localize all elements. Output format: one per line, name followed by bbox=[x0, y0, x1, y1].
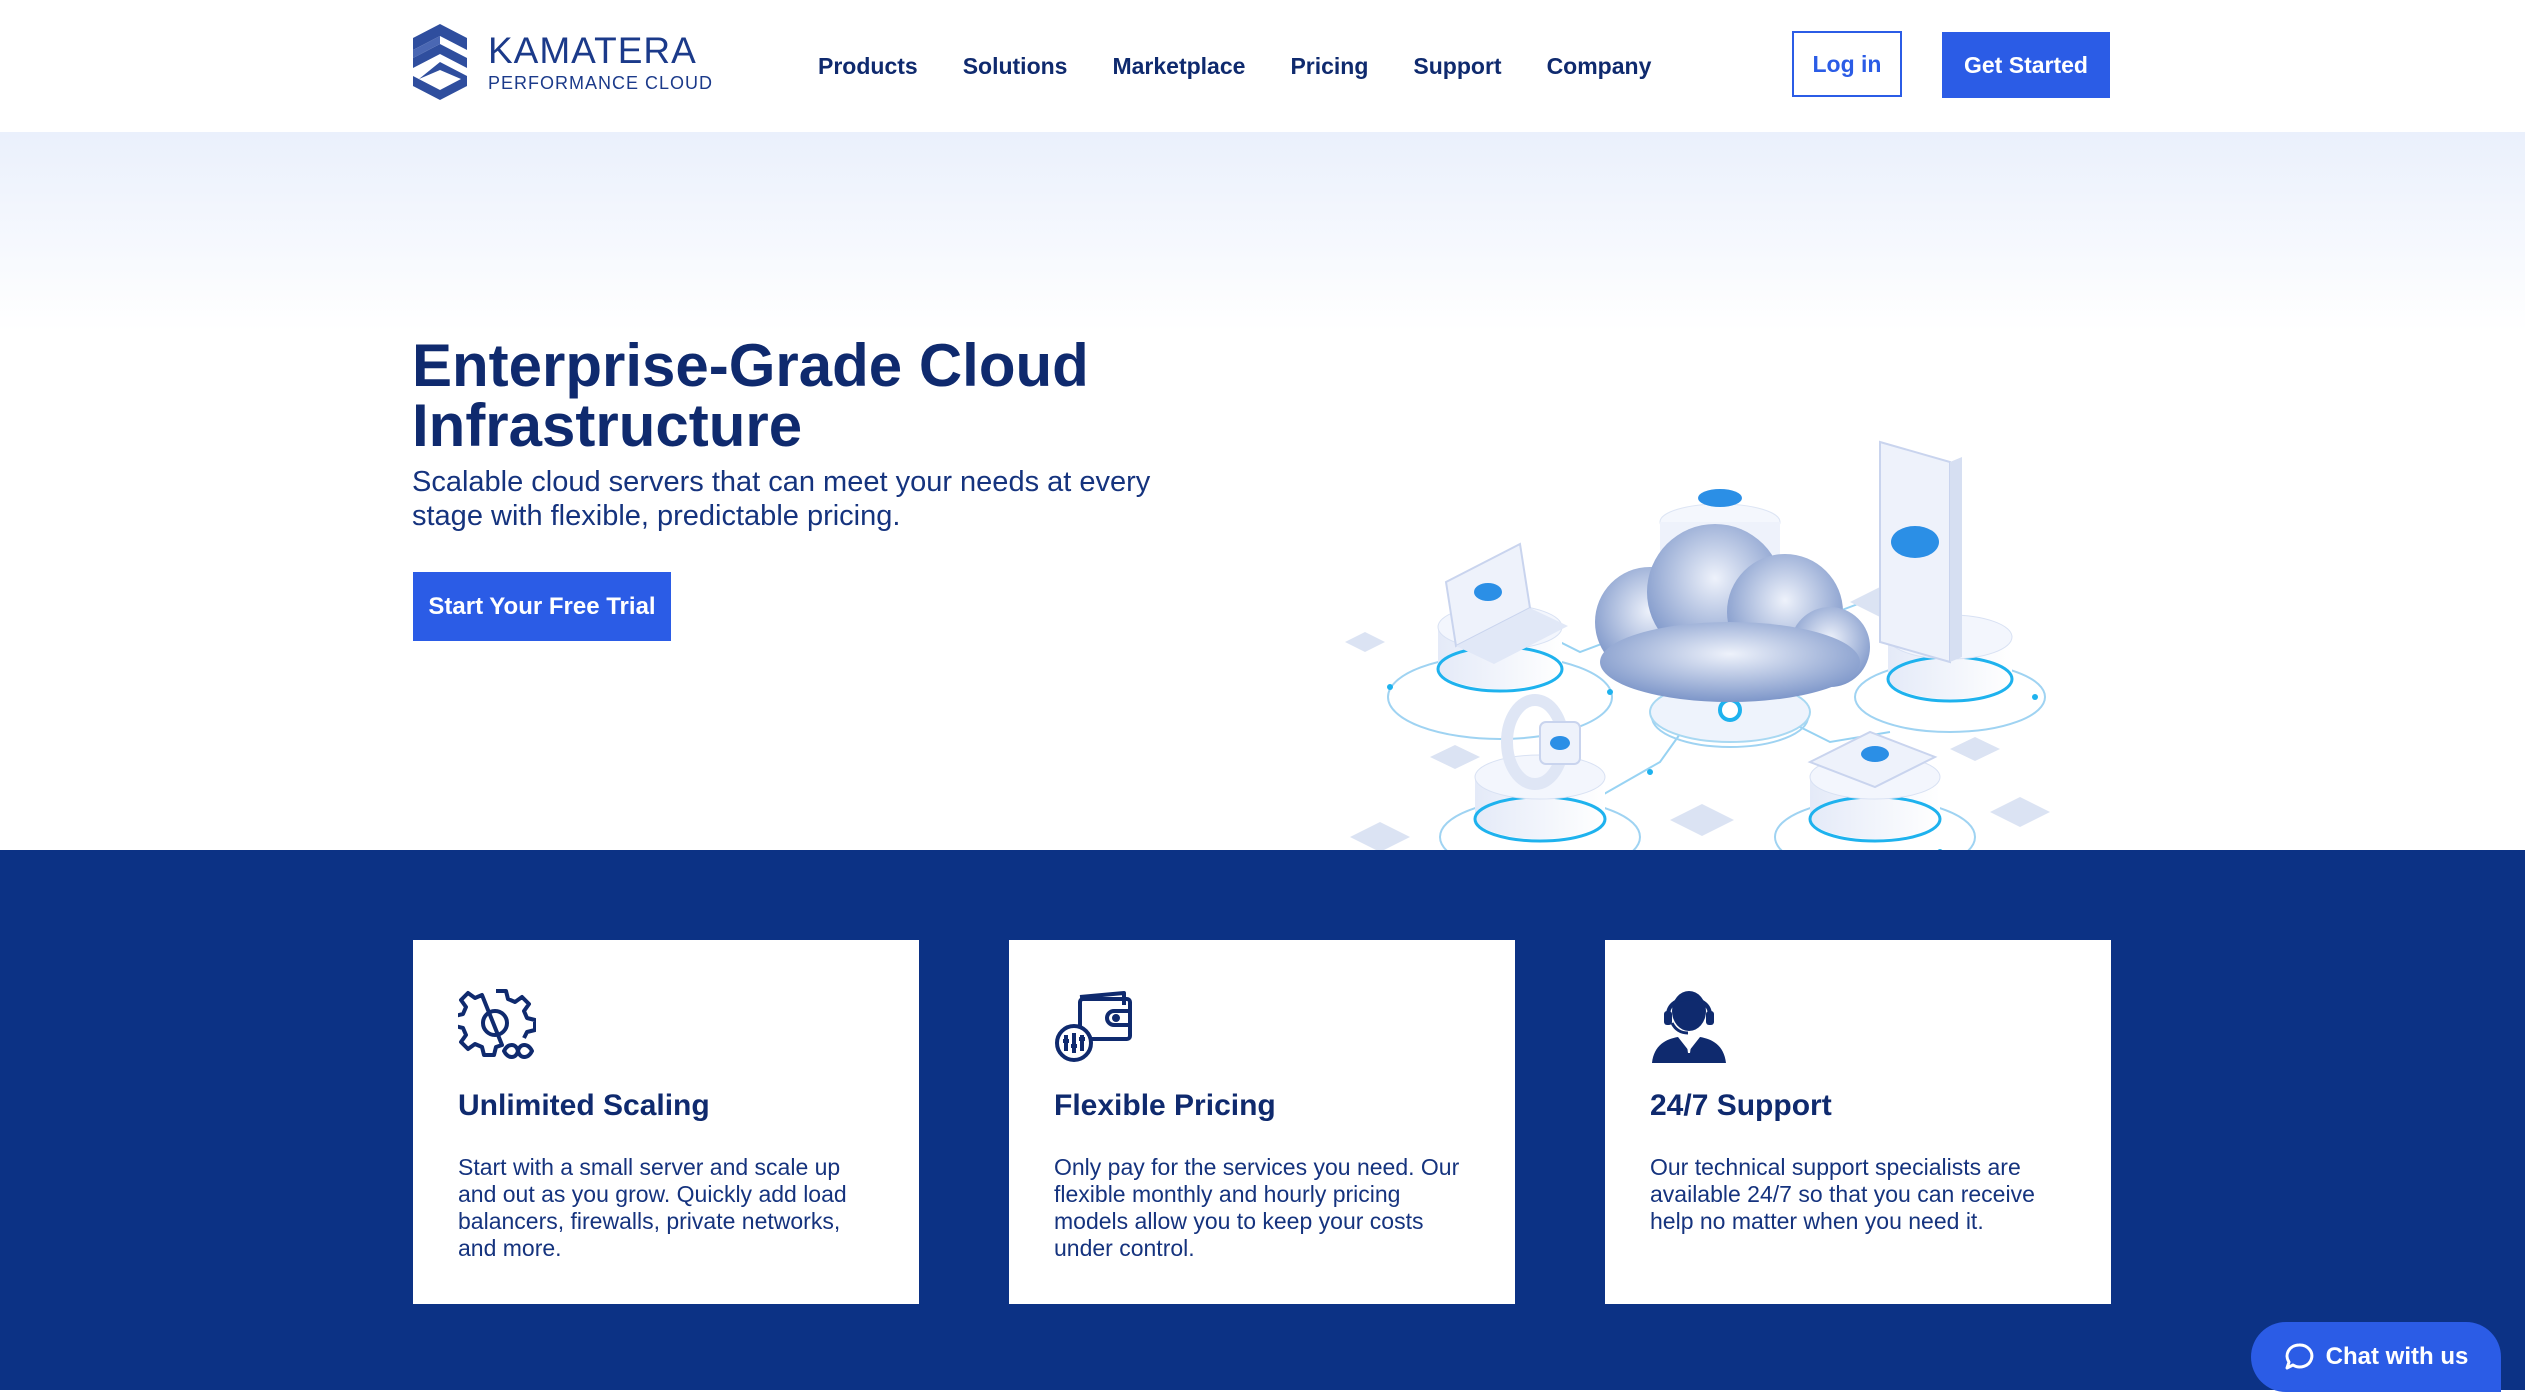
gear-infinity-icon bbox=[453, 989, 537, 1059]
feature-card-pricing: Flexible Pricing Only pay for the servic… bbox=[1009, 940, 1515, 1304]
features-section: Unlimited Scaling Start with a small ser… bbox=[0, 850, 2525, 1390]
nav-company[interactable]: Company bbox=[1547, 50, 1652, 82]
hero-section: Enterprise-Grade Cloud Infrastructure Sc… bbox=[0, 132, 2525, 878]
chat-bubble-icon bbox=[2285, 1343, 2313, 1370]
feature-card-support: 24/7 Support Our technical support speci… bbox=[1605, 940, 2111, 1304]
feature-title: Unlimited Scaling bbox=[458, 1089, 710, 1122]
main-nav: Products Solutions Marketplace Pricing S… bbox=[818, 50, 1696, 82]
nav-solutions[interactable]: Solutions bbox=[963, 50, 1068, 82]
nav-products[interactable]: Products bbox=[818, 50, 918, 82]
login-button[interactable]: Log in bbox=[1792, 31, 1902, 97]
feature-title: Flexible Pricing bbox=[1054, 1089, 1276, 1122]
brand-name: KAMATERA bbox=[488, 29, 697, 71]
nav-support[interactable]: Support bbox=[1413, 50, 1501, 82]
feature-title: 24/7 Support bbox=[1650, 1089, 1832, 1122]
feature-card-scaling: Unlimited Scaling Start with a small ser… bbox=[413, 940, 919, 1304]
hero-subtitle: Scalable cloud servers that can meet you… bbox=[412, 466, 1151, 532]
start-free-trial-button[interactable]: Start Your Free Trial bbox=[413, 572, 671, 641]
kamatera-logo-icon bbox=[413, 24, 467, 100]
brand-tagline: PERFORMANCE CLOUD bbox=[488, 72, 714, 93]
wallet-icon bbox=[1055, 991, 1132, 1062]
feature-text: Only pay for the services you need. Our … bbox=[1054, 1154, 1460, 1261]
site-header: KAMATERA PERFORMANCE CLOUD Products Solu… bbox=[0, 0, 2525, 132]
chat-label: Chat with us bbox=[2325, 1343, 2469, 1370]
hero-title: Enterprise-Grade Cloud Infrastructure bbox=[412, 332, 1089, 459]
feature-text: Our technical support specialists are av… bbox=[1650, 1154, 2035, 1234]
nav-marketplace[interactable]: Marketplace bbox=[1112, 50, 1245, 82]
nav-pricing[interactable]: Pricing bbox=[1290, 50, 1368, 82]
support-agent-icon bbox=[1652, 991, 1726, 1063]
cloud-infrastructure-illustration bbox=[1345, 440, 2050, 878]
kamatera-logo[interactable]: KAMATERA PERFORMANCE CLOUD bbox=[411, 22, 713, 102]
chat-with-us-button[interactable]: Chat with us bbox=[2251, 1322, 2501, 1392]
get-started-button[interactable]: Get Started bbox=[1942, 32, 2110, 98]
feature-text: Start with a small server and scale up a… bbox=[458, 1154, 847, 1261]
